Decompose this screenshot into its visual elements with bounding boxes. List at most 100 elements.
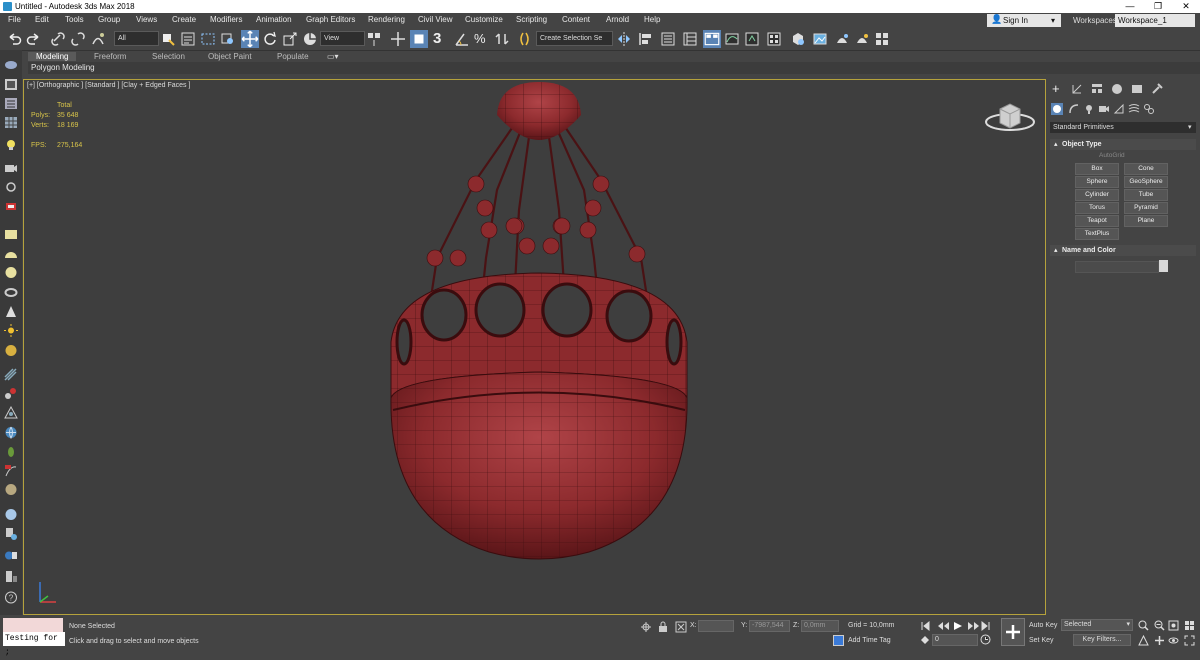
angle-snap-icon[interactable] (454, 31, 470, 47)
motion-tab-icon[interactable] (1111, 83, 1123, 95)
shapes-category-icon[interactable] (1068, 103, 1080, 115)
redo-icon[interactable] (26, 31, 42, 47)
zoom-all-icon[interactable] (1154, 620, 1165, 631)
schematic-view-icon[interactable] (744, 31, 760, 47)
create-tab-icon[interactable]: + (1052, 81, 1060, 96)
geometry-category-button[interactable] (1051, 103, 1063, 115)
viewport-layout-icon[interactable] (4, 58, 18, 71)
material-editor-icon[interactable] (766, 31, 782, 47)
torus-icon[interactable] (4, 286, 18, 299)
layer-explorer-icon[interactable] (682, 31, 698, 47)
reference-coord-select[interactable]: View (320, 31, 365, 46)
placement-icon[interactable] (302, 31, 318, 47)
percent-snap-icon[interactable]: % (474, 31, 486, 46)
spacewarps-icon[interactable] (4, 200, 18, 213)
rotate-icon[interactable] (262, 31, 278, 47)
unlink-icon[interactable] (70, 31, 86, 47)
maximize-viewport-icon[interactable] (1184, 635, 1195, 646)
field-of-view-icon[interactable] (1138, 635, 1149, 646)
maximize-button[interactable]: ❐ (1144, 0, 1172, 13)
current-frame-field[interactable]: 0 (932, 634, 978, 646)
scene-explorer-icon[interactable] (660, 31, 676, 47)
lights-category-icon[interactable] (1083, 103, 1095, 115)
sun-icon[interactable] (4, 324, 18, 337)
sphere-button[interactable]: Sphere (1075, 176, 1119, 188)
box-button[interactable]: Box (1075, 163, 1119, 175)
zoom-extents-icon[interactable] (1168, 620, 1179, 631)
scale-icon[interactable] (282, 31, 298, 47)
menu-arnold[interactable]: Arnold (606, 15, 629, 24)
cameras-category-icon[interactable] (1098, 103, 1110, 115)
menu-customize[interactable]: Customize (465, 15, 503, 24)
key-filters-button[interactable]: Key Filters... (1073, 634, 1131, 646)
curve-editor-icon[interactable] (724, 31, 740, 47)
object-color-swatch[interactable] (1159, 260, 1168, 272)
polygon-modeling-panel[interactable]: Polygon Modeling (28, 62, 1200, 74)
tab-populate[interactable]: Populate (277, 52, 309, 61)
pattern-icon[interactable] (4, 368, 18, 381)
rect-selection-region-icon[interactable] (200, 31, 216, 47)
add-time-tag[interactable]: Add Time Tag (848, 637, 891, 644)
tube-button[interactable]: Tube (1124, 189, 1168, 201)
viewcube[interactable] (982, 95, 1038, 135)
textplus-button[interactable]: TextPlus (1075, 228, 1119, 240)
name-and-color-rollout-header[interactable]: ▴ Name and Color (1050, 245, 1196, 256)
select-manipulate-icon[interactable] (390, 31, 406, 47)
zoom-extents-all-icon[interactable] (1184, 620, 1195, 631)
globe-icon[interactable] (4, 426, 18, 439)
pivot-center-icon[interactable] (366, 31, 382, 47)
absolute-offset-icon[interactable] (675, 621, 687, 633)
key-mode-icon[interactable] (920, 635, 930, 645)
box-icon[interactable] (4, 228, 18, 241)
keyboard-shortcut-override-button[interactable] (410, 30, 428, 48)
menu-rendering[interactable]: Rendering (368, 15, 405, 24)
menu-group[interactable]: Group (98, 15, 120, 24)
light-bulb-icon[interactable] (4, 138, 18, 151)
geosphere-icon[interactable] (4, 344, 18, 357)
edit-named-selection-icon[interactable] (516, 31, 532, 47)
tab-modeling[interactable]: Modeling (28, 52, 77, 61)
plane-button[interactable]: Plane (1124, 215, 1168, 227)
mirror-icon[interactable] (616, 31, 632, 47)
systems-category-icon[interactable] (1143, 103, 1155, 115)
geosphere-button[interactable]: GeoSphere (1124, 176, 1168, 188)
named-selection-sets-select[interactable]: Create Selection Se (536, 31, 613, 46)
dynamics-icon[interactable] (4, 406, 18, 419)
menu-graph-editors[interactable]: Graph Editors (306, 15, 355, 24)
menu-tools[interactable]: Tools (65, 15, 84, 24)
undo-icon[interactable] (6, 31, 22, 47)
render-production-icon[interactable] (834, 31, 850, 47)
viewport-label[interactable]: [+] [Orthographic ] [Standard ] [Clay + … (27, 82, 190, 89)
helpers-icon[interactable] (4, 181, 18, 194)
cylinder-button[interactable]: Cylinder (1075, 189, 1119, 201)
tab-selection[interactable]: Selection (152, 52, 185, 61)
menu-civil-view[interactable]: Civil View (418, 15, 453, 24)
ribbon-options-icon[interactable]: ▭▾ (327, 52, 339, 61)
window-crossing-icon[interactable] (220, 31, 236, 47)
cone-icon[interactable] (4, 305, 18, 318)
scene-list-icon[interactable] (4, 97, 18, 110)
spinner-snap-icon[interactable] (494, 31, 510, 47)
cone-button[interactable]: Cone (1124, 163, 1168, 175)
time-configuration-icon[interactable] (980, 634, 991, 645)
selection-filter-select[interactable]: All (114, 31, 159, 46)
pyramid-button[interactable]: Pyramid (1124, 202, 1168, 214)
sphere-icon[interactable] (4, 266, 18, 279)
bind-spacewarp-icon[interactable] (90, 31, 106, 47)
menu-file[interactable]: File (8, 15, 21, 24)
ribbon-toggle-button[interactable] (703, 30, 721, 48)
render-cloud-icon[interactable] (874, 31, 890, 47)
maxscript-mini-listener-input[interactable]: Testing for ; (3, 632, 65, 657)
rendered-frame-window-icon[interactable] (812, 31, 828, 47)
render-setup-icon[interactable] (790, 31, 806, 47)
workspace-select[interactable]: Workspace_1 (1115, 14, 1195, 27)
layer-settings-icon[interactable] (4, 570, 18, 583)
menu-views[interactable]: Views (136, 15, 157, 24)
set-key-toggle[interactable]: Set Key (1029, 637, 1054, 644)
chandelier-model[interactable] (379, 80, 699, 565)
orbit-icon[interactable] (1168, 635, 1179, 646)
display-tab-icon[interactable] (1131, 83, 1143, 95)
spacewarps-category-icon[interactable] (1128, 103, 1140, 115)
menu-help[interactable]: Help (644, 15, 660, 24)
viewport-orthographic[interactable]: [+] [Orthographic ] [Standard ] [Clay + … (23, 79, 1046, 615)
